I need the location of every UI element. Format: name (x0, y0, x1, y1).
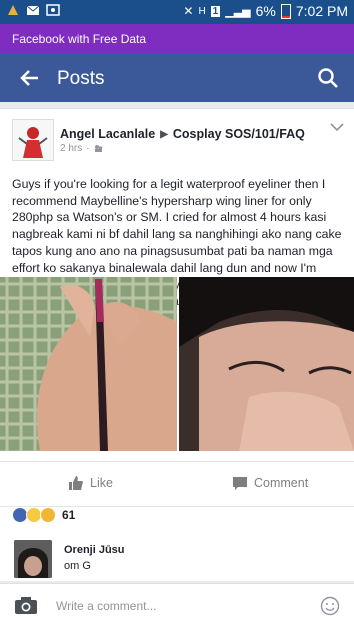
like-button[interactable]: Like (68, 475, 113, 491)
battery-percent: 6% (255, 3, 276, 19)
post-meta: 2 hrs · (60, 143, 103, 154)
status-bar: ✕ H 1 ▁▃▅ 6% 7:02 PM (0, 0, 354, 24)
commenter-avatar[interactable] (14, 540, 52, 578)
author-avatar[interactable] (12, 119, 54, 161)
reaction-count: 61 (62, 508, 76, 522)
back-arrow-icon[interactable] (18, 66, 42, 90)
comment-composer: Write a comment... (0, 583, 354, 628)
post-time[interactable]: 2 hrs (60, 143, 82, 154)
post-actions: Like Comment (0, 461, 354, 507)
image-icon (46, 4, 60, 16)
clock: 7:02 PM (295, 3, 348, 19)
camera-icon[interactable] (14, 597, 38, 615)
system-status: ✕ H 1 ▁▃▅ 6% 7:02 PM (183, 3, 348, 19)
photo-eyeliner-in-hand[interactable] (0, 277, 177, 451)
notification-icons (6, 3, 60, 17)
post-header: Angel Lacanlale ▶ Cosplay SOS/101/FAQ (60, 127, 305, 141)
comment-text: om G (64, 560, 91, 572)
comment-input[interactable]: Write a comment... (56, 599, 156, 613)
sim-badge: 1 (210, 5, 221, 17)
emoji-icon[interactable] (320, 596, 340, 616)
author-name[interactable]: Angel Lacanlale (60, 127, 155, 141)
dot-separator: · (86, 143, 90, 154)
photo-cat-eye-selfie[interactable] (179, 277, 354, 451)
free-data-label: Facebook with Free Data (12, 32, 147, 46)
thumbs-up-icon (69, 476, 83, 490)
like-label: Like (90, 476, 113, 490)
reaction-icons (12, 507, 56, 523)
signal-icon: ▁▃▅ (225, 5, 251, 18)
search-icon[interactable] (316, 66, 340, 90)
network-type: H (198, 5, 206, 17)
comment-button[interactable]: Comment (232, 475, 308, 491)
page-title: Posts (57, 68, 105, 89)
post-card: Angel Lacanlale ▶ Cosplay SOS/101/FAQ 2 … (0, 108, 354, 581)
battery-icon (280, 3, 291, 19)
chevron-down-icon[interactable] (330, 122, 344, 132)
app-bar: Posts (0, 54, 354, 102)
reactions-summary[interactable]: 61 (12, 507, 75, 523)
app-notification-icon (8, 5, 18, 15)
comment-icon (233, 477, 247, 490)
free-data-banner: Facebook with Free Data (0, 24, 354, 54)
arrow-right-icon: ▶ (160, 128, 168, 140)
mail-icon (26, 5, 40, 15)
commenter-name[interactable]: Orenji Jūsu (64, 544, 125, 556)
group-name[interactable]: Cosplay SOS/101/FAQ (173, 127, 305, 141)
mute-icon: ✕ (183, 4, 194, 18)
group-privacy-icon (94, 145, 102, 152)
sad-reaction-icon (40, 507, 56, 523)
comment-label: Comment (254, 476, 309, 490)
